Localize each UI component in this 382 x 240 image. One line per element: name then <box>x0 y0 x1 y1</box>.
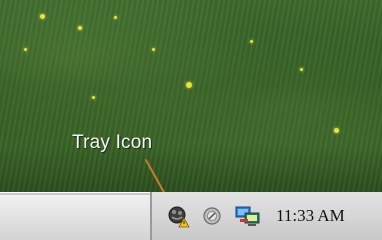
volume-icon <box>203 207 221 225</box>
system-tray: 11:33 AM <box>150 192 382 240</box>
taskbar-clock[interactable]: 11:33 AM <box>276 206 345 226</box>
taskbar-left <box>0 192 150 240</box>
taskbar-bevel <box>0 193 150 195</box>
desktop-screen: Tray Icon 11:33 AM <box>0 0 382 240</box>
network-icon <box>235 206 260 226</box>
agent-icon <box>168 206 190 228</box>
volume-icon[interactable] <box>200 204 224 228</box>
agent-icon[interactable] <box>166 204 190 228</box>
network-icon[interactable] <box>234 204 260 228</box>
